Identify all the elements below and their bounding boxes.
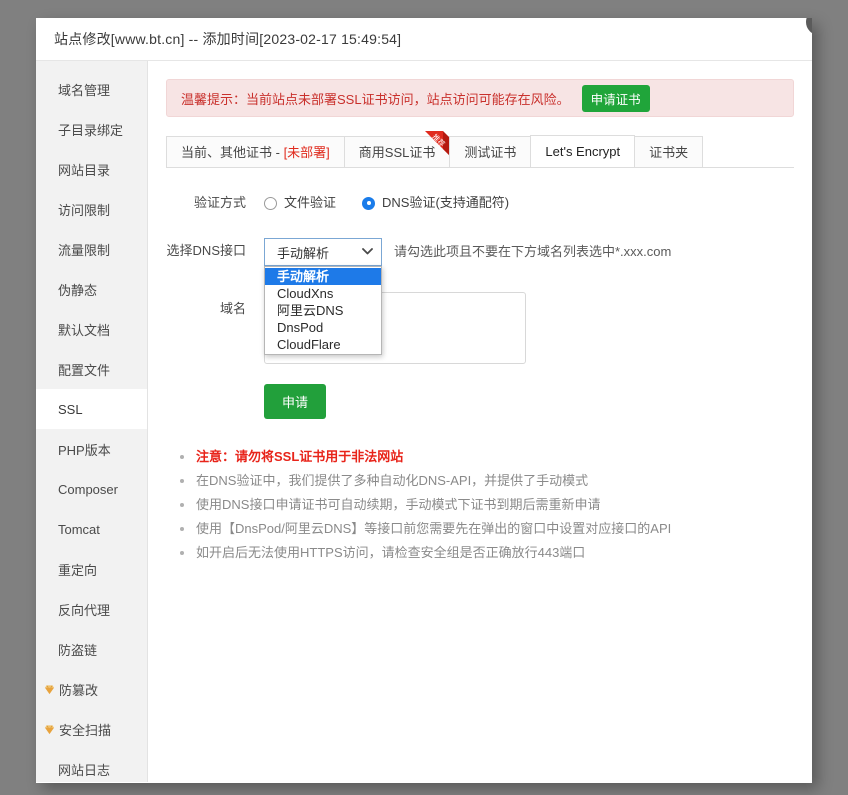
sidebar-item-17[interactable]: 网站日志 — [36, 749, 147, 783]
sidebar-item-4[interactable]: 流量限制 — [36, 229, 147, 269]
sidebar-item-label: 访问限制 — [58, 200, 110, 219]
sidebar-item-label: 默认文档 — [58, 320, 110, 339]
sidebar-item-label: 网站日志 — [58, 760, 110, 779]
dns-interface-selected-value: 手动解析 — [277, 243, 329, 262]
page-title: 站点修改[www.bt.cn] -- 添加时间[2023-02-17 15:49… — [54, 29, 401, 49]
dns-interface-hint: 请勾选此项且不要在下方域名列表选中*.xxx.com — [394, 238, 671, 266]
sidebar-item-14[interactable]: 防盗链 — [36, 629, 147, 669]
sidebar-item-label: 子目录绑定 — [58, 120, 123, 139]
dns-option-2[interactable]: 阿里云DNS — [265, 302, 381, 319]
sidebar-item-label: PHP版本 — [58, 440, 111, 459]
sidebar-item-label: 配置文件 — [58, 360, 110, 379]
sidebar-item-5[interactable]: 伪静态 — [36, 269, 147, 309]
note-item-1: 在DNS验证中，我们提供了多种自动化DNS-API，并提供了手动模式 — [180, 469, 794, 493]
tab-status-badge: [未部署] — [284, 145, 330, 160]
certificate-tabs: 当前、其他证书 - [未部署]商用SSL证书推荐测试证书Let's Encryp… — [166, 135, 794, 168]
dns-option-4[interactable]: CloudFlare — [265, 336, 381, 353]
tab-0[interactable]: 当前、其他证书 - [未部署] — [166, 136, 345, 167]
tab-2[interactable]: 测试证书 — [449, 136, 531, 167]
sidebar-item-7[interactable]: 配置文件 — [36, 349, 147, 389]
sidebar-item-6[interactable]: 默认文档 — [36, 309, 147, 349]
chevron-down-icon — [362, 247, 373, 258]
sidebar-item-15[interactable]: 防篡改 — [36, 669, 147, 709]
note-item-3: 使用【DnsPod/阿里云DNS】等接口前您需要先在弹出的窗口中设置对应接口的A… — [180, 517, 794, 541]
sidebar: 域名管理子目录绑定网站目录访问限制流量限制伪静态默认文档配置文件 SSL PHP版本… — [36, 61, 148, 782]
verify-method-option-label: 文件验证 — [284, 190, 336, 216]
dns-interface-select[interactable]: 手动解析 — [264, 238, 382, 266]
sidebar-item-0[interactable]: 域名管理 — [36, 69, 147, 109]
sidebar-item-label: 重定向 — [58, 560, 97, 579]
sidebar-item-label: 域名管理 — [58, 80, 110, 99]
tab-4[interactable]: 证书夹 — [634, 136, 703, 167]
radio-icon — [264, 197, 277, 210]
domain-list-label: 域名 — [166, 292, 264, 326]
dns-option-3[interactable]: DnsPod — [265, 319, 381, 336]
gem-icon — [44, 684, 55, 695]
gem-icon — [44, 724, 55, 735]
dns-option-1[interactable]: CloudXns — [265, 285, 381, 302]
site-edit-modal: 站点修改[www.bt.cn] -- 添加时间[2023-02-17 15:49… — [36, 18, 812, 783]
chevron-glyph — [362, 248, 373, 255]
dns-interface-row: 选择DNS接口 手动解析 手动解析CloudXns阿里云DNSDnsPodClo… — [166, 238, 794, 266]
tab-label: 证书夹 — [649, 145, 688, 160]
sidebar-item-11[interactable]: Tomcat — [36, 509, 147, 549]
dns-option-0[interactable]: 手动解析 — [265, 268, 381, 285]
ssl-warning-text: 温馨提示：当前站点未部署SSL证书访问，站点访问可能存在风险。 — [181, 89, 570, 108]
verify-method-label: 验证方式 — [166, 190, 264, 216]
tab-label: 商用SSL证书 — [359, 145, 436, 160]
note-item-0: 注意：请勿将SSL证书用于非法网站 — [180, 445, 794, 469]
sidebar-item-label: 网站目录 — [58, 160, 110, 179]
tab-1[interactable]: 商用SSL证书推荐 — [344, 136, 451, 167]
apply-certificate-button[interactable]: 申请证书 — [582, 85, 650, 112]
apply-row: 申请 — [166, 384, 794, 419]
sidebar-item-9[interactable]: PHP版本 — [36, 429, 147, 469]
sidebar-item-2[interactable]: 网站目录 — [36, 149, 147, 189]
verify-method-row: 验证方式 文件验证 DNS验证(支持通配符) — [166, 190, 794, 216]
sidebar-item-16[interactable]: 安全扫描 — [36, 709, 147, 749]
modal-header: 站点修改[www.bt.cn] -- 添加时间[2023-02-17 15:49… — [36, 18, 812, 61]
notes-list: 注意：请勿将SSL证书用于非法网站在DNS验证中，我们提供了多种自动化DNS-A… — [166, 445, 794, 565]
note-item-4: 如开启后无法使用HTTPS访问，请检查安全组是否正确放行443端口 — [180, 541, 794, 565]
sidebar-item-12[interactable]: 重定向 — [36, 549, 147, 589]
tab-label: 当前、其他证书 - — [181, 145, 284, 160]
sidebar-item-label: 反向代理 — [58, 600, 110, 619]
sidebar-item-10[interactable]: Composer — [36, 469, 147, 509]
sidebar-item-label: 伪静态 — [58, 280, 97, 299]
tab-label: Let's Encrypt — [545, 144, 620, 159]
sidebar-item-label: 防篡改 — [59, 680, 98, 699]
sidebar-item-8[interactable]: SSL — [36, 389, 147, 429]
sidebar-item-label: Composer — [58, 482, 118, 497]
dns-interface-dropdown[interactable]: 手动解析CloudXns阿里云DNSDnsPodCloudFlare — [264, 266, 382, 355]
tab-label: 测试证书 — [464, 145, 516, 160]
sidebar-item-label: 防盗链 — [58, 640, 97, 659]
sidebar-item-1[interactable]: 子目录绑定 — [36, 109, 147, 149]
sidebar-item-3[interactable]: 访问限制 — [36, 189, 147, 229]
sidebar-item-label: 安全扫描 — [59, 720, 111, 739]
sidebar-item-label: Tomcat — [58, 522, 100, 537]
ssl-warning-banner: 温馨提示：当前站点未部署SSL证书访问，站点访问可能存在风险。 申请证书 — [166, 79, 794, 117]
apply-button[interactable]: 申请 — [264, 384, 326, 419]
dns-interface-label: 选择DNS接口 — [166, 238, 264, 264]
sidebar-item-label: SSL — [58, 402, 83, 417]
verify-method-option-0[interactable]: 文件验证 — [264, 190, 336, 216]
verify-method-option-1[interactable]: DNS验证(支持通配符) — [362, 190, 509, 216]
verify-method-options: 文件验证 DNS验证(支持通配符) — [264, 190, 535, 216]
modal-body: 域名管理子目录绑定网站目录访问限制流量限制伪静态默认文档配置文件 SSL PHP版本… — [36, 61, 812, 782]
sidebar-item-label: 流量限制 — [58, 240, 110, 259]
main-content: 温馨提示：当前站点未部署SSL证书访问，站点访问可能存在风险。 申请证书 当前、… — [148, 61, 812, 782]
tab-3[interactable]: Let's Encrypt — [530, 135, 635, 167]
domain-list-row: 域名 全选www.bt.cn — [166, 292, 794, 364]
verify-method-option-label: DNS验证(支持通配符) — [382, 190, 509, 216]
dns-interface-select-wrap: 手动解析 手动解析CloudXns阿里云DNSDnsPodCloudFlare — [264, 238, 382, 266]
radio-icon — [362, 197, 375, 210]
sidebar-item-13[interactable]: 反向代理 — [36, 589, 147, 629]
note-item-2: 使用DNS接口申请证书可自动续期，手动模式下证书到期后需重新申请 — [180, 493, 794, 517]
